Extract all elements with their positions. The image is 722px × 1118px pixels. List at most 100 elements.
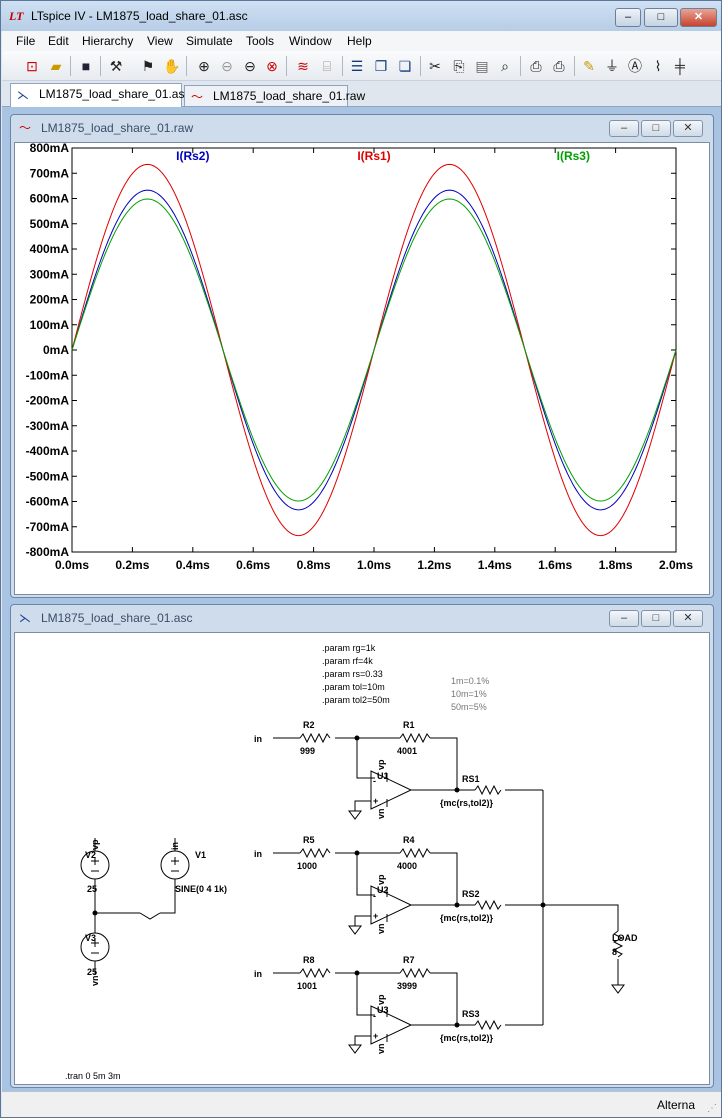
rs2-value: {mc(rs,tol2)} — [440, 913, 494, 923]
schematic-window-titlebar[interactable]: ⋋ LM1875_load_share_01.asc – □ ✕ — [11, 605, 713, 631]
plot-minimize-button[interactable]: – — [609, 120, 639, 137]
app-window: LT LTspice IV - LM1875_load_share_01.asc… — [0, 0, 722, 1118]
u2-minus: - — [373, 891, 376, 901]
print-icon[interactable]: ⎙ — [549, 56, 569, 76]
rs1-name: RS1 — [462, 774, 480, 784]
y-tick-label: -500mA — [26, 469, 70, 483]
tran-directive: .tran 0 5m 3m — [65, 1071, 121, 1081]
y-tick-label: 200mA — [30, 293, 70, 307]
tile-vertical-icon[interactable]: ❏ — [395, 56, 415, 76]
r2-name: R2 — [303, 720, 315, 730]
r7-value: 3999 — [397, 981, 417, 991]
ground-icon[interactable]: ⏚ — [602, 56, 622, 76]
tab-label: LM1875_load_share_01.asc — [39, 87, 191, 101]
resistor-icon[interactable]: ⌇ — [648, 56, 668, 76]
draw-wire-icon[interactable]: ✎ — [579, 56, 599, 76]
autorange-icon[interactable]: ⌸ — [317, 56, 337, 76]
menu-window[interactable]: Window — [289, 34, 332, 48]
menu-edit[interactable]: Edit — [48, 34, 69, 48]
note-1m: 1m=0.1% — [451, 676, 489, 686]
label-net-icon[interactable]: Ⓐ — [625, 56, 645, 76]
tab-waveform[interactable]: 〜 LM1875_load_share_01.raw — [184, 85, 365, 106]
maximize-button[interactable]: □ — [644, 8, 678, 27]
control-panel-icon[interactable]: ⚒ — [106, 56, 126, 76]
menu-view[interactable]: View — [147, 34, 173, 48]
schematic-close-button[interactable]: ✕ — [673, 610, 703, 627]
schematic-canvas[interactable]: .param rg=1k .param rf=4k .param rs=0.33… — [14, 632, 710, 1085]
menu-help[interactable]: Help — [347, 34, 372, 48]
load-value: 8 — [612, 947, 617, 957]
note-10m: 10m=1% — [451, 689, 487, 699]
cut-icon[interactable]: ✂ — [425, 56, 445, 76]
note-50m: 50m=5% — [451, 702, 487, 712]
capacitor-icon[interactable]: ╪ — [670, 56, 690, 76]
cancel-zoom-icon[interactable]: ⊗ — [262, 56, 282, 76]
menu-hierarchy[interactable]: Hierarchy — [82, 34, 133, 48]
load-name: LOAD — [612, 933, 638, 943]
schematic-minimize-button[interactable]: – — [609, 610, 639, 627]
halt-icon[interactable]: ✋ — [162, 56, 182, 76]
waveform-window-title: LM1875_load_share_01.raw — [41, 121, 194, 135]
menu-file[interactable]: File — [16, 34, 35, 48]
y-tick-label: -600mA — [26, 495, 70, 509]
param-rg: .param rg=1k — [322, 643, 376, 653]
y-tick-label: 800mA — [30, 143, 70, 155]
param-rf: .param rf=4k — [322, 656, 373, 666]
tab-schematic[interactable]: ⋋ LM1875_load_share_01.asc — [10, 83, 190, 107]
plot-pane[interactable]: 800mA 700mA 600mA 500mA 400mA 300mA 200mA 100mA… — [14, 141, 710, 595]
net-in-1: in — [254, 734, 262, 744]
schematic-maximize-button[interactable]: □ — [641, 610, 671, 627]
run-icon[interactable]: ⚑ — [138, 56, 158, 76]
waveform-window: 〜 LM1875_load_share_01.raw – □ ✕ 800mA 70… — [10, 114, 714, 598]
paste-icon[interactable]: ▤ — [472, 56, 492, 76]
print-preview-icon[interactable]: ⎙ — [526, 56, 546, 76]
v2-value: 25 — [87, 884, 97, 894]
tile-horizontal-icon[interactable]: ☰ — [347, 56, 367, 76]
waveform-window-titlebar[interactable]: 〜 LM1875_load_share_01.raw – □ ✕ — [11, 115, 713, 141]
y-tick-label: 100mA — [30, 318, 70, 332]
resize-grip-icon[interactable]: ⋰ — [707, 1103, 717, 1114]
plot-maximize-button[interactable]: □ — [641, 120, 671, 137]
find-icon[interactable]: ⌕ — [495, 56, 515, 76]
plot-close-button[interactable]: ✕ — [673, 120, 703, 137]
r2-value: 999 — [300, 746, 315, 756]
waveform-chart: 800mA 700mA 600mA 500mA 400mA 300mA 200mA 100mA… — [26, 141, 694, 572]
v2-name: V2 — [85, 850, 96, 860]
zoom-fit-icon[interactable]: ⊖ — [240, 56, 260, 76]
u2-vp: vp — [376, 874, 386, 885]
v1-net-in: in — [170, 842, 180, 850]
new-schematic-icon[interactable]: ⊡ — [22, 56, 42, 76]
ltspice-logo-icon: LT — [9, 9, 24, 23]
status-bar: Alterna ⋰ — [2, 1091, 721, 1117]
r7-name: R7 — [403, 955, 415, 965]
v2-vp: vp — [90, 839, 100, 850]
legend-irs2: I(Rs2) — [176, 149, 209, 163]
save-icon[interactable]: ■ — [76, 56, 96, 76]
x-tick-label: 0.2ms — [115, 558, 149, 572]
zoom-in-icon[interactable]: ⊕ — [194, 56, 214, 76]
menu-simulate[interactable]: Simulate — [186, 34, 233, 48]
y-tick-label: -400mA — [26, 444, 70, 458]
r1-value: 4001 — [397, 746, 417, 756]
open-icon[interactable]: ▰ — [46, 56, 66, 76]
y-tick-label: 600mA — [30, 192, 70, 206]
minimize-button[interactable]: – — [615, 8, 641, 27]
close-button[interactable]: ✕ — [680, 8, 717, 27]
u1-vn: vn — [376, 808, 386, 819]
rs3-name: RS3 — [462, 1009, 480, 1019]
u3-plus: + — [373, 1031, 378, 1041]
cascade-icon[interactable]: ❐ — [371, 56, 391, 76]
net-in-2: in — [254, 849, 262, 859]
r1-name: R1 — [403, 720, 415, 730]
v1-name: V1 — [195, 850, 206, 860]
menu-tools[interactable]: Tools — [246, 34, 274, 48]
waveform-icon: 〜 — [19, 121, 32, 135]
waveform-icon[interactable]: ≋ — [293, 56, 313, 76]
u1-vp: vp — [376, 759, 386, 770]
schematic-drawing: .param rg=1k .param rf=4k .param rs=0.33… — [65, 643, 638, 1081]
document-tabs: ⋋ LM1875_load_share_01.asc 〜 LM1875_load… — [2, 81, 721, 107]
y-tick-label: -200mA — [26, 394, 70, 408]
copy-icon[interactable]: ⎘ — [449, 56, 469, 76]
zoom-out-icon[interactable]: ⊖ — [217, 56, 237, 76]
u3-minus: - — [373, 1011, 376, 1021]
